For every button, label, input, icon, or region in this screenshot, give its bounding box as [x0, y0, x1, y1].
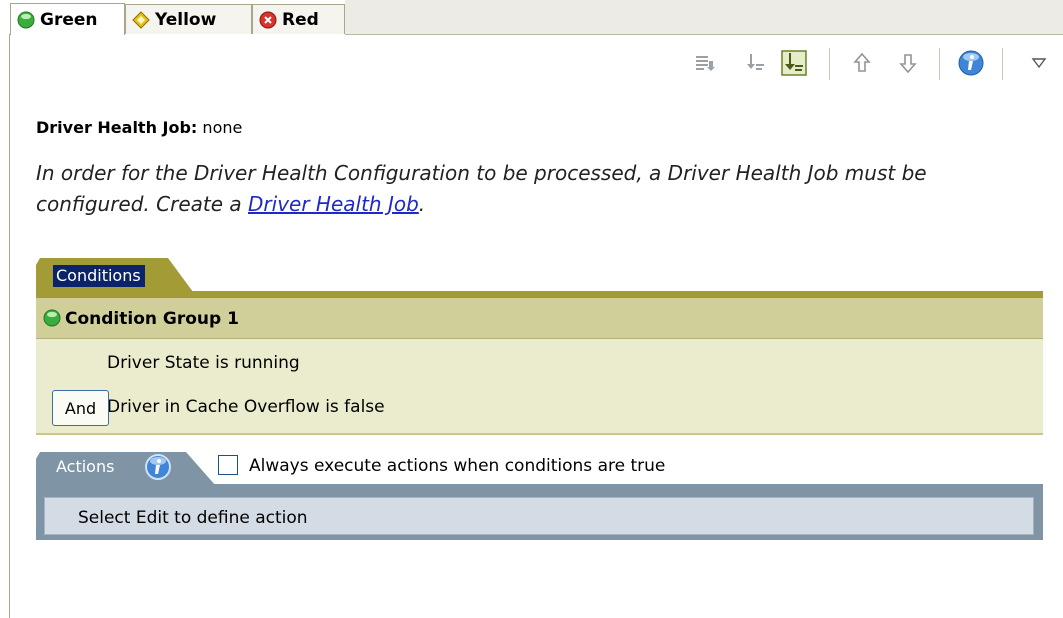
red-x-circle-icon [259, 11, 277, 29]
sort-icon[interactable] [740, 48, 770, 78]
expand-collapse-icon[interactable] [779, 48, 809, 78]
yellow-diamond-icon [132, 10, 150, 29]
driver-health-job-line: Driver Health Job: none [36, 118, 242, 137]
and-button[interactable]: And [52, 390, 109, 426]
condition-group-title: Condition Group 1 [65, 309, 239, 329]
actions-tab-label[interactable]: Actions [56, 457, 114, 476]
green-circle-icon [17, 11, 35, 29]
toolbar-separator [829, 48, 830, 80]
tab-green[interactable]: Green [10, 3, 125, 35]
driver-health-job-label: Driver Health Job: [36, 118, 198, 137]
driver-health-job-link[interactable]: Driver Health Job [248, 192, 419, 216]
condition-row[interactable]: Driver in Cache Overflow is false [107, 397, 385, 417]
toolbar [0, 48, 1063, 82]
toolbar-separator [1002, 48, 1003, 80]
always-execute-label[interactable]: Always execute actions when conditions a… [249, 456, 665, 476]
panel-left-border [9, 34, 10, 618]
info-icon[interactable] [956, 48, 986, 78]
green-circle-icon [43, 309, 61, 331]
conditions-tab-label[interactable]: Conditions [53, 265, 145, 287]
driver-health-job-value: none [202, 118, 243, 137]
configuration-message: In order for the Driver Health Configura… [36, 158, 996, 220]
always-execute-checkbox[interactable] [218, 455, 238, 475]
list-down-icon[interactable] [690, 48, 720, 78]
move-down-icon[interactable] [893, 48, 923, 78]
tab-label: Yellow [155, 9, 217, 30]
condition-row[interactable]: Driver State is running [107, 353, 300, 373]
toolbar-separator [939, 48, 940, 80]
action-placeholder[interactable]: Select Edit to define action [78, 508, 308, 528]
condition-group-header[interactable]: Condition Group 1 [36, 298, 1043, 339]
conditions-stripe [36, 291, 1043, 298]
tab-label: Red [282, 9, 319, 30]
status-tab-bar: Green Yellow Red [0, 0, 1063, 36]
message-text-end: . [418, 192, 426, 216]
tab-yellow[interactable]: Yellow [125, 4, 252, 34]
move-up-icon[interactable] [847, 48, 877, 78]
tab-bar-background [345, 0, 1063, 35]
tab-label: Green [40, 9, 98, 30]
message-text: In order for the Driver Health Configura… [36, 161, 927, 216]
info-icon[interactable] [143, 452, 173, 486]
tab-red[interactable]: Red [252, 4, 345, 34]
view-menu-icon[interactable] [1024, 48, 1054, 78]
